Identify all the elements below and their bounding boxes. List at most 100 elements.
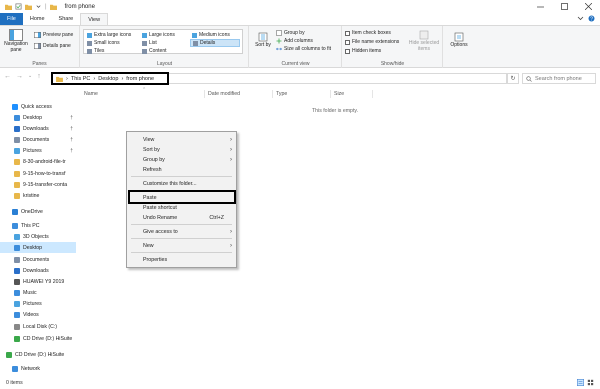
layout-small-icons[interactable]: Small icons [87, 40, 120, 46]
sidebar-item[interactable]: Videos [0, 309, 76, 320]
sidebar-item[interactable]: kristine [0, 190, 76, 201]
tab-view[interactable]: View [80, 13, 109, 25]
properties-icon[interactable] [15, 3, 22, 10]
menu-item-group-by[interactable]: Group by › [143, 155, 232, 164]
breadcrumb-this-pc[interactable]: This PC [71, 76, 91, 82]
details-view-icon[interactable] [577, 379, 584, 386]
item-check-boxes-toggle[interactable]: Item check boxes [345, 30, 391, 36]
menu-item-undo-rename[interactable]: Undo Rename Ctrl+Z [143, 213, 232, 222]
breadcrumb-separator-icon: › [66, 75, 68, 82]
menu-item-give-access[interactable]: Give access to › [143, 227, 232, 236]
cube-icon [14, 233, 20, 240]
content-icon [142, 48, 147, 54]
menu-item-refresh[interactable]: Refresh [143, 165, 232, 174]
minimize-button[interactable] [528, 0, 552, 13]
extra-large-icons-icon [87, 32, 92, 38]
sidebar-item[interactable]: Pictures † [0, 145, 76, 156]
sidebar-item[interactable]: Downloads [0, 265, 76, 276]
sidebar-item[interactable]: OneDrive [0, 206, 76, 217]
options-button[interactable]: Options [446, 32, 472, 48]
medium-icons-icon [192, 32, 197, 38]
hidden-items-checkbox[interactable] [345, 48, 350, 54]
sidebar-item[interactable]: This PC [0, 220, 76, 231]
sidebar-item[interactable]: Documents [0, 254, 76, 265]
recent-locations-icon[interactable]: ⌄ [28, 73, 32, 80]
folder-icon [56, 76, 63, 82]
column-date-modified[interactable]: Date modified [208, 91, 240, 97]
preview-pane-button[interactable]: Preview pane [34, 32, 73, 38]
breadcrumb-desktop[interactable]: Desktop [98, 76, 118, 82]
size-all-columns-button[interactable]: Size all columns to fit [276, 46, 331, 52]
details-pane-label: Details pane [43, 43, 71, 49]
sidebar-item[interactable]: 3D Objects [0, 231, 76, 242]
layout-details[interactable]: Details [190, 39, 240, 47]
list-icon [142, 40, 147, 46]
menu-item-properties[interactable]: Properties [143, 255, 232, 264]
sidebar-item[interactable]: Music [0, 287, 76, 298]
tab-file[interactable]: File [0, 13, 23, 25]
address-bar[interactable]: › This PC › Desktop › from phone [51, 72, 169, 85]
refresh-button[interactable]: ↻ [507, 73, 519, 84]
add-columns-button[interactable]: Add columns [276, 38, 313, 44]
sidebar-item[interactable]: 8-30-android-file-tr [0, 156, 76, 167]
column-size[interactable]: Size [334, 91, 344, 97]
new-folder-icon[interactable] [25, 3, 32, 10]
menu-item-customize[interactable]: Customize this folder... [143, 179, 232, 188]
sidebar-item[interactable]: Desktop [0, 242, 76, 253]
chevron-down-icon[interactable] [577, 15, 584, 22]
hidden-items-toggle[interactable]: Hidden items [345, 48, 381, 54]
file-name-extensions-checkbox[interactable] [345, 39, 350, 45]
layout-list[interactable]: List [142, 40, 157, 46]
menu-item-label: View [143, 136, 155, 143]
sidebar-item[interactable]: 9-15-transfer-conta [0, 179, 76, 190]
maximize-icon [560, 3, 568, 10]
sidebar-item[interactable]: Desktop † [0, 112, 76, 123]
group-by-button[interactable]: Group by [276, 30, 305, 36]
hide-selected-items-button[interactable]: Hide selected items [407, 30, 441, 52]
menu-item-label: Undo Rename [143, 214, 178, 221]
close-button[interactable] [576, 0, 600, 13]
large-icons-view-icon[interactable] [587, 379, 594, 386]
search-box[interactable]: Search from phone [522, 73, 596, 84]
add-columns-icon [276, 38, 282, 44]
navigation-pane-button[interactable]: Navigation pane [2, 29, 30, 53]
sort-by-button[interactable]: Sort by [254, 32, 272, 48]
sidebar-item[interactable]: Quick access [0, 101, 76, 112]
menu-item-paste-shortcut[interactable]: Paste shortcut [143, 203, 232, 212]
column-type[interactable]: Type [276, 91, 287, 97]
breadcrumb-from-phone[interactable]: from phone [126, 76, 154, 82]
menu-item-sort-by[interactable]: Sort by › [143, 145, 232, 154]
quick-access-toolbar: | [5, 3, 57, 10]
back-icon[interactable]: ← [4, 73, 11, 80]
tab-home[interactable]: Home [23, 13, 52, 25]
tab-share[interactable]: Share [52, 13, 81, 25]
sidebar-item[interactable]: Pictures [0, 298, 76, 309]
layout-medium-icons[interactable]: Medium icons [192, 32, 230, 38]
svg-text:?: ? [590, 16, 593, 22]
sidebar-item-label: Quick access [21, 103, 52, 110]
sidebar-item[interactable]: Local Disk (C:) [0, 321, 76, 332]
layout-tiles[interactable]: Tiles [87, 48, 104, 54]
layout-large-icons[interactable]: Large icons [142, 32, 175, 38]
menu-item-new[interactable]: New › [143, 241, 232, 250]
address-bar-empty-area[interactable] [169, 73, 507, 84]
file-name-extensions-toggle[interactable]: File name extensions [345, 39, 399, 45]
layout-content[interactable]: Content [142, 48, 167, 54]
up-icon[interactable]: ↑ [37, 73, 41, 80]
sidebar-item[interactable]: Documents † [0, 134, 76, 145]
item-check-boxes-checkbox[interactable] [345, 30, 350, 36]
customize-toolbar-icon[interactable] [35, 3, 42, 10]
layout-extra-large-icons[interactable]: Extra large icons [87, 32, 131, 38]
sidebar-item[interactable]: Network [0, 363, 76, 374]
sidebar-item[interactable]: 9-15-how-to-transf [0, 168, 76, 179]
column-name[interactable]: Name [84, 91, 98, 97]
sidebar-item[interactable]: CD Drive (D:) HiSuite [0, 349, 76, 360]
sidebar-item[interactable]: Downloads † [0, 123, 76, 134]
maximize-button[interactable] [552, 0, 576, 13]
sidebar-item[interactable]: CD Drive (D:) HiSuite [0, 333, 76, 344]
menu-item-view[interactable]: View › [143, 135, 232, 144]
help-icon[interactable]: ? [588, 15, 595, 22]
forward-icon[interactable]: → [16, 73, 23, 80]
details-pane-button[interactable]: Details pane [34, 43, 71, 49]
sidebar-item[interactable]: HUAWEI Y9 2019 [0, 276, 76, 287]
